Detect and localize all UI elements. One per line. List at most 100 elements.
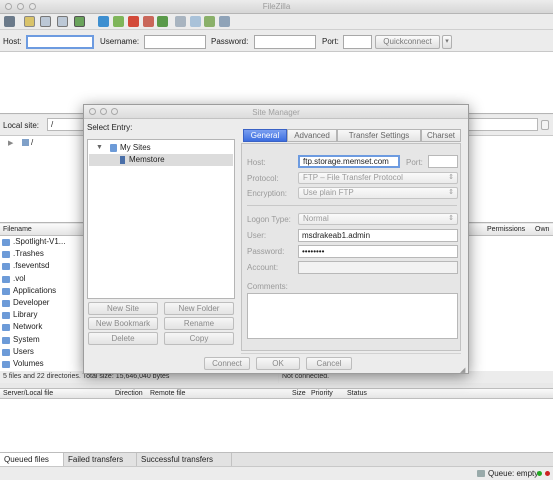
folder-icon xyxy=(2,348,10,356)
quickconnect-bar: Host: Username: Password: Port: Quickcon… xyxy=(0,30,553,52)
process-queue-icon[interactable] xyxy=(113,16,124,27)
directory-comparison-icon[interactable] xyxy=(190,16,201,27)
username-input[interactable] xyxy=(144,35,206,49)
logon-type-label: Logon Type: xyxy=(247,215,291,224)
logon-type-select[interactable]: Normal ⇕ xyxy=(298,213,458,225)
message-log-icon[interactable] xyxy=(24,16,35,27)
folder-expand-arrow-icon[interactable]: ▼ xyxy=(96,144,103,151)
password-input[interactable]: •••••••• xyxy=(298,245,458,258)
activity-led-icon xyxy=(545,471,550,476)
divider xyxy=(241,353,461,354)
comments-textarea[interactable] xyxy=(247,293,458,339)
priority-column[interactable]: Priority xyxy=(311,390,333,397)
protocol-select[interactable]: FTP – File Transfer Protocol ⇕ xyxy=(298,172,458,184)
ok-button[interactable]: OK xyxy=(256,357,300,370)
folder-icon xyxy=(2,336,10,344)
status-footer: Queue: empty xyxy=(0,466,553,480)
window-titlebar: FileZilla xyxy=(0,0,553,14)
encryption-label: Encryption: xyxy=(247,189,288,198)
my-sites-folder[interactable]: My Sites xyxy=(120,143,151,152)
folder-icon xyxy=(2,300,10,307)
tab-transfer-settings[interactable]: Transfer Settings xyxy=(337,129,421,142)
site-memstore[interactable]: Memstore xyxy=(129,155,165,164)
encryption-select[interactable]: Use plain FTP ⇕ xyxy=(298,187,458,199)
folder-icon xyxy=(2,239,10,246)
rename-button[interactable]: Rename xyxy=(164,317,234,330)
local-tree-icon[interactable] xyxy=(40,16,51,27)
queue-tabs: Queued files Failed transfers Successful… xyxy=(0,452,553,467)
main-toolbar xyxy=(0,14,553,30)
connect-button[interactable]: Connect xyxy=(204,357,250,370)
tab-queued-files[interactable]: Queued files xyxy=(0,453,64,467)
port-label: Port: xyxy=(322,37,339,46)
tab-charset[interactable]: Charset xyxy=(421,129,461,142)
site-host-input[interactable]: ftp.storage.memset.com xyxy=(298,155,400,168)
remote-site-input[interactable] xyxy=(468,118,538,131)
folder-icon xyxy=(2,361,10,368)
disconnect-icon[interactable] xyxy=(143,16,154,27)
status-column[interactable]: Status xyxy=(347,390,367,397)
transfer-queue-icon[interactable] xyxy=(74,16,85,27)
folder-icon xyxy=(2,263,10,271)
new-bookmark-button[interactable]: New Bookmark xyxy=(88,317,158,330)
local-site-label: Local site: xyxy=(3,121,40,130)
account-input[interactable] xyxy=(298,261,458,274)
reconnect-icon[interactable] xyxy=(157,16,168,27)
remote-site-dropdown[interactable] xyxy=(541,120,549,130)
owner-column-header[interactable]: Own xyxy=(535,226,549,233)
local-status-text: 5 files and 22 directories. Total size: … xyxy=(3,373,170,380)
selected-site-row[interactable]: Memstore xyxy=(89,154,233,166)
new-folder-button[interactable]: New Folder xyxy=(164,302,234,315)
new-site-button[interactable]: New Site xyxy=(88,302,158,315)
tab-failed-transfers[interactable]: Failed transfers xyxy=(64,453,137,467)
synchronized-browsing-icon[interactable] xyxy=(204,16,215,27)
remote-status-text: Not connected. xyxy=(282,373,330,380)
cancel-operation-icon[interactable] xyxy=(128,16,139,27)
file-name: .fseventsd xyxy=(13,261,50,271)
user-label: User: xyxy=(247,231,267,240)
permissions-column-header[interactable]: Permissions xyxy=(487,226,525,233)
divider xyxy=(247,205,457,206)
search-remote-files-icon[interactable] xyxy=(219,16,230,27)
site-port-input[interactable] xyxy=(428,155,458,168)
select-entry-label: Select Entry: xyxy=(87,123,133,132)
server-local-file-column[interactable]: Server/Local file xyxy=(3,390,53,397)
tab-advanced[interactable]: Advanced xyxy=(287,129,337,142)
size-column[interactable]: Size xyxy=(292,390,306,397)
file-name: .Trashes xyxy=(13,249,44,259)
port-label: Port: xyxy=(406,158,423,167)
tab-successful-transfers[interactable]: Successful transfers xyxy=(137,453,232,467)
copy-button[interactable]: Copy xyxy=(164,332,234,345)
tab-general[interactable]: General xyxy=(243,129,287,142)
port-input[interactable] xyxy=(343,35,372,49)
quickconnect-history-dropdown[interactable]: ▾ xyxy=(442,35,452,49)
logon-type-value: Normal xyxy=(303,214,329,223)
refresh-icon[interactable] xyxy=(98,16,109,27)
remote-tree-icon[interactable] xyxy=(57,16,68,27)
quickconnect-button[interactable]: Quickconnect xyxy=(375,35,440,49)
tree-expand-arrow-icon[interactable]: ▶ xyxy=(8,139,13,147)
user-input[interactable]: msdrakeab1.admin xyxy=(298,229,458,242)
file-name: Network xyxy=(13,322,43,332)
direction-column[interactable]: Direction xyxy=(115,390,143,397)
resize-grip-icon[interactable]: ◢ xyxy=(460,366,465,374)
site-manager-icon[interactable] xyxy=(4,16,15,27)
account-label: Account: xyxy=(247,263,279,272)
local-site-input[interactable]: / xyxy=(47,118,87,131)
remote-file-column[interactable]: Remote file xyxy=(150,390,185,397)
tree-root-item[interactable]: / xyxy=(31,138,33,147)
window-title: FileZilla xyxy=(262,2,291,11)
password-input[interactable] xyxy=(254,35,316,49)
file-name: Volumes xyxy=(13,359,44,368)
updown-arrow-icon: ⇕ xyxy=(448,215,454,222)
delete-button[interactable]: Delete xyxy=(88,332,158,345)
host-input[interactable] xyxy=(26,35,94,49)
dialog-titlebar: Site Manager xyxy=(84,105,468,119)
cancel-button[interactable]: Cancel xyxy=(306,357,352,370)
dialog-title: Site Manager xyxy=(252,108,300,117)
site-tree: ▼ My Sites Memstore xyxy=(87,139,235,299)
filename-column-header[interactable]: Filename xyxy=(3,226,32,233)
directory-listing-filters-icon[interactable] xyxy=(175,16,186,27)
file-name: .Spotlight-V1... xyxy=(13,237,66,246)
file-name: System xyxy=(13,334,40,344)
